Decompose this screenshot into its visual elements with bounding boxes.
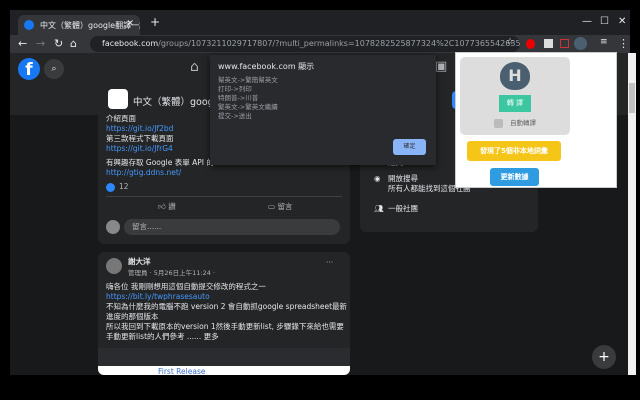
divider bbox=[106, 196, 342, 197]
auto-translate-checkbox[interactable] bbox=[494, 119, 503, 128]
post-text[interactable]: 手動更新list的人們參考 ...... 更多 bbox=[106, 332, 219, 342]
like-count[interactable]: 12 bbox=[119, 182, 129, 192]
post-link[interactable]: https://git.io/Jf2bd bbox=[106, 124, 173, 134]
post-card: 謝大洋 管理員 · 5月26日上午11:24 · ··· 嗨各位 我剛剛想用這個… bbox=[98, 252, 350, 375]
translate-extension-icon[interactable] bbox=[574, 37, 587, 50]
gaming-nav-icon[interactable]: ▣ bbox=[435, 59, 447, 74]
facebook-logo[interactable]: f bbox=[18, 58, 40, 80]
back-icon[interactable]: ← bbox=[18, 37, 27, 50]
post-meta: 管理員 · 5月26日上午11:24 · bbox=[128, 269, 215, 277]
menu-icon[interactable]: ⋮ bbox=[618, 37, 629, 50]
group-icon: 👥︎ bbox=[374, 204, 384, 213]
close-tab-icon[interactable]: ✕ bbox=[126, 19, 134, 29]
facebook-favicon-icon bbox=[24, 20, 34, 30]
post-text: 介紹頁面 bbox=[106, 114, 136, 123]
reload-icon[interactable]: ↻ bbox=[54, 37, 63, 50]
home-nav-icon[interactable]: ⌂ bbox=[190, 59, 199, 75]
post-link[interactable]: https://bit.ly/twphrasesauto bbox=[106, 292, 210, 302]
close-window-button[interactable]: ✕ bbox=[618, 16, 626, 27]
thumbs-up-icon: 👍︎ bbox=[158, 202, 169, 211]
bookmark-star-icon[interactable]: ☆ bbox=[506, 37, 514, 47]
url-domain: facebook.com bbox=[102, 39, 159, 48]
extension-image-icon[interactable] bbox=[544, 39, 553, 48]
new-tab-button[interactable]: + bbox=[150, 15, 160, 29]
author-avatar bbox=[106, 258, 122, 274]
scrollbar[interactable] bbox=[628, 53, 636, 375]
search-icon[interactable]: ⌕ bbox=[44, 59, 64, 79]
like-button[interactable]: 👍︎ 讚 bbox=[158, 202, 176, 212]
more-options-icon[interactable]: ··· bbox=[326, 258, 333, 268]
scrollbar-thumb[interactable] bbox=[629, 83, 635, 113]
browser-tab[interactable]: 中文（繁體）google翻譯一起改✕ bbox=[18, 15, 140, 35]
post-text: 嗨各位 我剛剛想用這個自動提交修改的程式之一 bbox=[106, 282, 266, 291]
home-icon[interactable]: ⌂ bbox=[70, 37, 77, 50]
tab-bar: 中文（繁體）google翻譯一起改✕ + — ☐ ✕ bbox=[10, 10, 630, 35]
eye-icon: ◉ bbox=[374, 174, 381, 183]
like-label: 讚 bbox=[168, 202, 176, 211]
comment-label: 留言 bbox=[277, 202, 293, 211]
auto-translate-label: 自動轉譯 bbox=[510, 119, 536, 127]
minimize-button[interactable]: — bbox=[582, 16, 592, 27]
like-reaction-icon bbox=[106, 183, 115, 192]
update-data-button[interactable]: 更新數據 bbox=[490, 168, 539, 186]
tab-title: 中文（繁體）google翻譯一起改 bbox=[40, 21, 140, 30]
forward-icon[interactable]: → bbox=[36, 37, 45, 50]
embedded-heading: First Release bbox=[158, 367, 206, 375]
about-type: 一般社團 bbox=[388, 204, 418, 213]
post-text: 有興趣存取 Google 表單 API 的 bbox=[106, 158, 214, 167]
post-text: 進度的那個版本 bbox=[106, 312, 159, 321]
comment-button[interactable]: ▭ 留言 bbox=[268, 202, 292, 212]
reading-list-icon[interactable]: ≡ bbox=[600, 37, 608, 47]
url-input[interactable]: facebook.com/groups/1073211029717807/?mu… bbox=[90, 36, 520, 52]
translate-button[interactable]: 轉 譯 bbox=[499, 95, 531, 112]
embedded-screenshot[interactable]: First Release bbox=[98, 366, 350, 375]
dialog-title: www.facebook.com 顯示 bbox=[218, 62, 315, 71]
post-link[interactable]: https://git.io/JfrG4 bbox=[106, 144, 173, 154]
alert-dialog: www.facebook.com 顯示 幫英文->繁簡幫英文 打印->列印 特朗… bbox=[210, 55, 436, 165]
post-author[interactable]: 謝大洋 bbox=[128, 257, 151, 267]
extension-logo: H bbox=[500, 62, 530, 90]
post-link[interactable]: http://gtig.ddns.net/ bbox=[106, 168, 181, 178]
group-avatar bbox=[108, 89, 128, 109]
ok-button[interactable]: 確定 bbox=[393, 139, 426, 155]
address-bar-row: ← → ↻ ⌂ facebook.com/groups/107321102971… bbox=[10, 35, 630, 53]
url-path: /groups/1073211029717807/?multi_permalin… bbox=[158, 39, 520, 48]
post-text: 第三款程式下載頁面 bbox=[106, 134, 174, 143]
translate-extension-popup: H 轉 譯 自動轉譯 發現了5個非本地詞彙 更新數據 bbox=[455, 52, 617, 188]
about-visibility: 開放搜尋 bbox=[388, 174, 418, 183]
comment-input[interactable]: 留言...... bbox=[124, 219, 340, 235]
group-name[interactable]: 中文（繁體）google bbox=[133, 94, 222, 108]
extension-panel: H 轉 譯 自動轉譯 bbox=[460, 57, 570, 135]
extension-pdf-icon[interactable] bbox=[560, 39, 569, 48]
post-text: 所以我回到下載原本的version 1然後手動更新list, 步驟錄下來給也需要 bbox=[106, 322, 344, 331]
embedded-screenshot-toolbar bbox=[98, 348, 350, 366]
new-message-button[interactable]: + bbox=[592, 345, 616, 369]
post-text: 不知為什麼我的電腦不跑 version 2 會自動抓google spreads… bbox=[106, 302, 348, 311]
user-avatar bbox=[106, 220, 120, 234]
extension-red-icon[interactable] bbox=[526, 39, 535, 49]
found-terms-button[interactable]: 發現了5個非本地詞彙 bbox=[467, 141, 561, 161]
maximize-button[interactable]: ☐ bbox=[600, 16, 609, 27]
dialog-line: 提交->送出 bbox=[218, 112, 252, 120]
